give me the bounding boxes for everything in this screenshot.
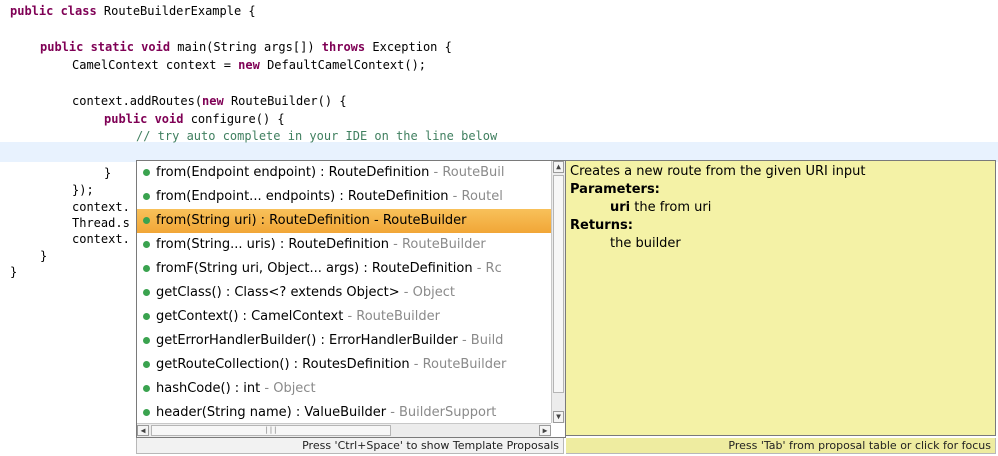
proposal-declaring-type: - RouteBuilder: [369, 213, 467, 228]
proposal-item[interactable]: getErrorHandlerBuilder() : ErrorHandlerB…: [137, 329, 551, 353]
code-line-13: }: [10, 265, 18, 279]
proposal-horizontal-scrollbar[interactable]: ◀ ||| ▶: [137, 423, 551, 437]
code-line-12: }: [40, 249, 48, 263]
proposal-item[interactable]: from(Endpoint... endpoints) : RouteDefin…: [137, 185, 551, 209]
proposal-signature: from(Endpoint... endpoints) : RouteDefin…: [156, 189, 449, 204]
proposal-signature: getContext() : CamelContext: [156, 309, 344, 324]
code-comment: // try auto complete in your IDE on the …: [136, 129, 498, 143]
proposal-declaring-type: - RouteBuilder: [389, 237, 486, 252]
doc-parameters-label: Parameters:: [570, 182, 660, 197]
proposal-signature: hashCode() : int: [156, 381, 261, 396]
doc-summary: Creates a new route from the given URI i…: [570, 164, 866, 179]
code-line-4: context.addRoutes(new RouteBuilder() {: [72, 94, 347, 108]
arrow-left-icon[interactable]: ◀: [137, 425, 149, 436]
proposal-declaring-type: - RouteBuil: [429, 165, 505, 180]
proposal-declaring-type: - Rc: [472, 261, 502, 276]
proposal-signature: from(Endpoint endpoint) : RouteDefinitio…: [156, 165, 430, 180]
proposal-item[interactable]: fromF(String uri, Object... args) : Rout…: [137, 257, 551, 281]
arrow-down-icon[interactable]: ▼: [553, 411, 564, 423]
horizontal-scrollbar-thumb[interactable]: |||: [151, 425, 391, 436]
proposal-signature: getRouteCollection() : RoutesDefinition: [156, 357, 410, 372]
proposal-signature: fromF(String uri, Object... args) : Rout…: [156, 261, 473, 276]
proposal-declaring-type: - BuilderSupport: [386, 405, 497, 420]
content-assist-popup: from(Endpoint endpoint) : RouteDefinitio…: [136, 160, 996, 455]
method-icon: [143, 241, 150, 248]
proposal-signature: getErrorHandlerBuilder() : ErrorHandlerB…: [156, 333, 458, 348]
code-line-2: public static void main(String args[]) t…: [40, 40, 452, 54]
scrollbar-thumb[interactable]: [553, 175, 564, 393]
proposal-item[interactable]: from(String... uris) : RouteDefinition -…: [137, 233, 551, 257]
method-icon: [143, 289, 150, 296]
proposal-vertical-scrollbar[interactable]: ▲ ▼: [551, 161, 565, 423]
proposal-list[interactable]: from(Endpoint endpoint) : RouteDefinitio…: [136, 160, 566, 438]
proposal-declaring-type: - Routel: [448, 189, 503, 204]
doc-returns-label: Returns:: [570, 218, 633, 233]
doc-param-name: uri: [610, 200, 631, 215]
doc-returns-desc: the builder: [610, 236, 681, 251]
code-line-1: public class RouteBuilderExample {: [10, 4, 256, 18]
proposal-item[interactable]: getRouteCollection() : RoutesDefinition …: [137, 353, 551, 377]
arrow-up-icon[interactable]: ▲: [553, 161, 564, 173]
method-icon: [143, 337, 150, 344]
method-icon: [143, 193, 150, 200]
arrow-right-icon[interactable]: ▶: [539, 425, 551, 436]
method-icon: [143, 313, 150, 320]
proposal-signature: from(String... uris) : RouteDefinition: [156, 237, 390, 252]
proposal-declaring-type: - Object: [260, 381, 316, 396]
proposal-item[interactable]: hashCode() : int - Object: [137, 377, 551, 401]
method-icon: [143, 217, 150, 224]
code-line-11: context.: [72, 232, 130, 246]
method-icon: [143, 265, 150, 272]
proposal-item[interactable]: header(String name) : ValueBuilder - Bui…: [137, 401, 551, 421]
proposal-signature: getClass() : Class<? extends Object>: [156, 285, 400, 300]
proposal-rows: from(Endpoint endpoint) : RouteDefinitio…: [137, 161, 551, 421]
proposal-declaring-type: - RouteBuilder: [409, 357, 507, 372]
proposal-signature: header(String name) : ValueBuilder: [156, 405, 387, 420]
method-icon: [143, 409, 150, 416]
method-icon: [143, 169, 150, 176]
code-line-7: }: [104, 166, 112, 180]
doc-param: uri the from uri: [570, 199, 995, 217]
doc-param-desc: the from uri: [630, 200, 712, 215]
proposal-declaring-type: - RouteBuilder: [343, 309, 440, 324]
proposal-item[interactable]: from(String uri) : RouteDefinition - Rou…: [137, 209, 551, 233]
javadoc-panel[interactable]: Creates a new route from the given URI i…: [566, 160, 996, 436]
method-icon: [143, 385, 150, 392]
proposal-item[interactable]: getClass() : Class<? extends Object> - O…: [137, 281, 551, 305]
proposal-item[interactable]: getContext() : CamelContext - RouteBuild…: [137, 305, 551, 329]
proposal-signature: from(String uri) : RouteDefinition: [156, 213, 370, 228]
method-icon: [143, 361, 150, 368]
focus-hint: Press 'Tab' from proposal table or click…: [566, 438, 996, 454]
template-proposals-hint: Press 'Ctrl+Space' to show Template Prop…: [136, 438, 564, 454]
proposal-item[interactable]: from(Endpoint endpoint) : RouteDefinitio…: [137, 161, 551, 185]
proposal-declaring-type: - Build: [457, 333, 504, 348]
proposal-declaring-type: - Object: [399, 285, 455, 300]
code-line-3: CamelContext context = new DefaultCamelC…: [72, 58, 427, 72]
